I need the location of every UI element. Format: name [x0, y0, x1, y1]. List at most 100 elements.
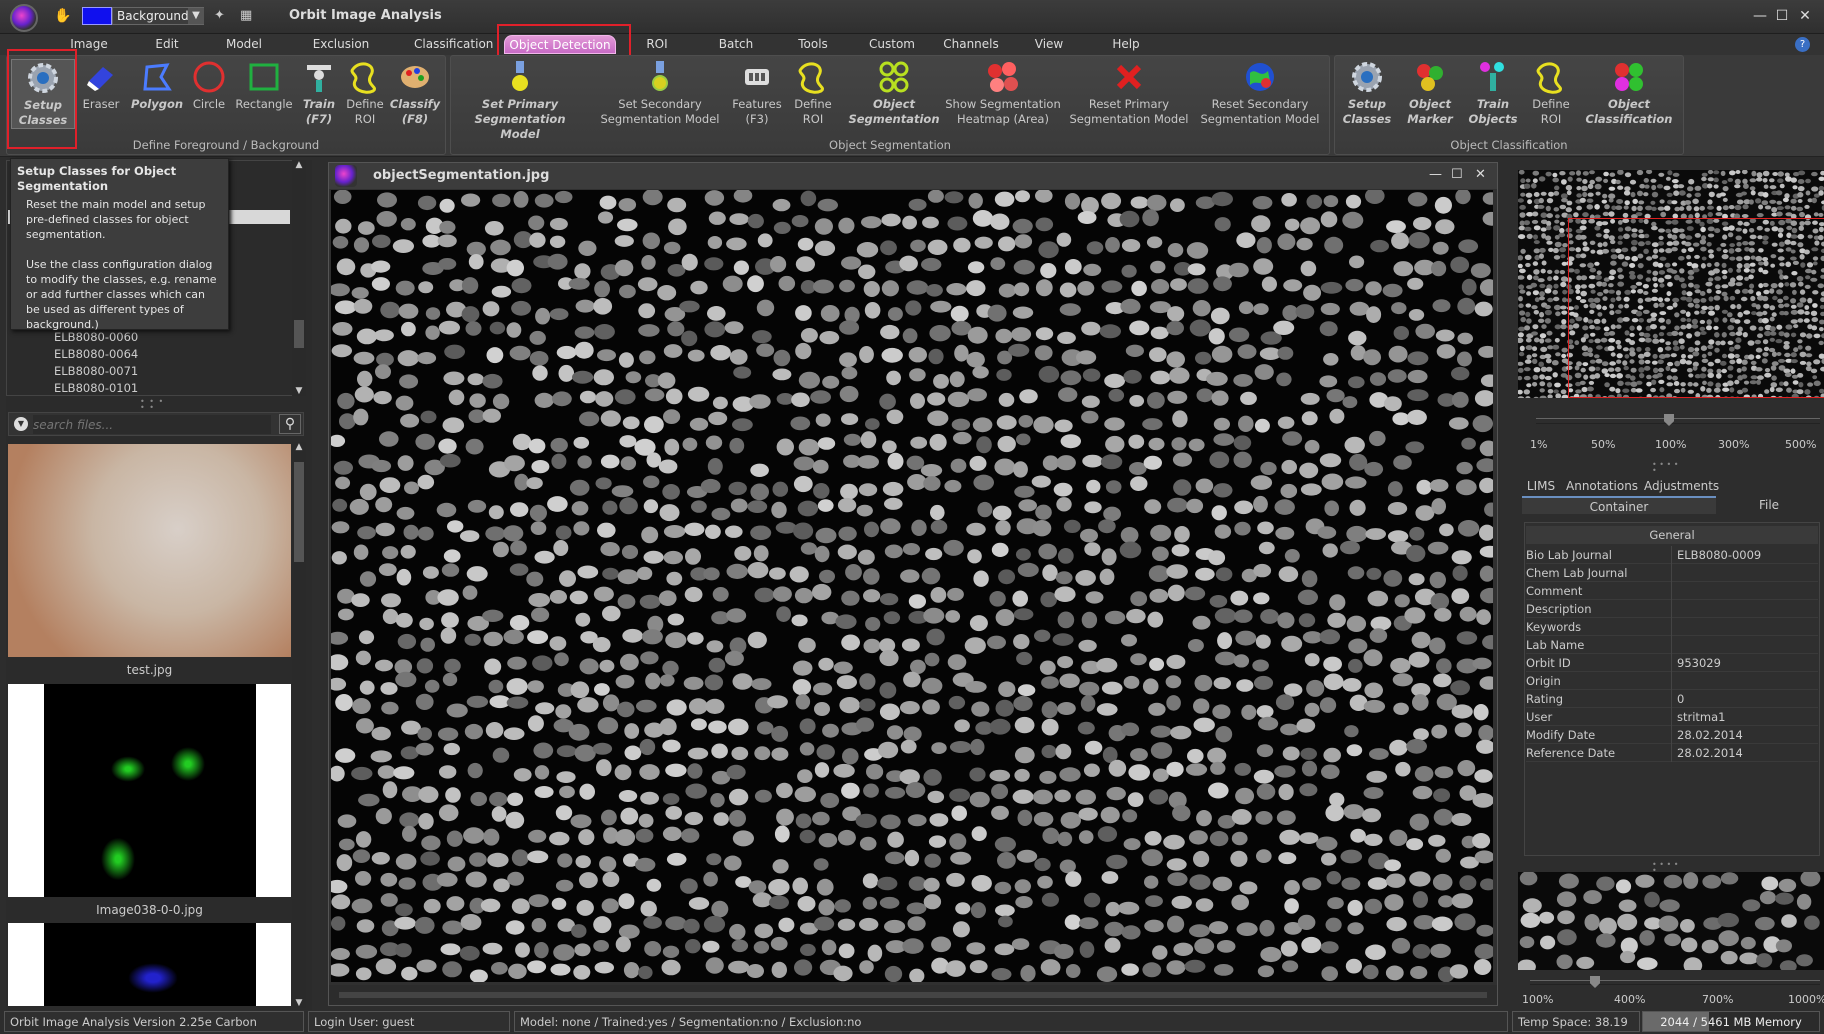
features-button[interactable]: Features (F3)	[729, 59, 785, 127]
splitter-grip[interactable]: • • • • •	[1652, 861, 1682, 875]
tab-adjustments[interactable]: Adjustments	[1644, 477, 1719, 495]
menu-channels[interactable]: Channels	[942, 34, 1000, 55]
property-row[interactable]: Reference Date 28.02.2014	[1526, 744, 1818, 762]
object-marker-button[interactable]: Object Marker	[1399, 59, 1461, 127]
menu-roi[interactable]: ROI	[644, 34, 670, 55]
thumbnail-scrollbar[interactable]: ▲ ▼	[292, 442, 306, 1008]
menu-exclusion-model[interactable]: Exclusion Model	[296, 34, 386, 72]
define-roi-3-button[interactable]: Define ROI	[1527, 59, 1575, 127]
thumbnail-image038[interactable]	[8, 684, 291, 897]
property-row[interactable]: Bio Lab Journal ELB8080-0009	[1526, 546, 1818, 564]
reset-secondary-model-button[interactable]: Reset Secondary Segmentation Model	[1197, 59, 1323, 127]
thumbnail-test[interactable]	[8, 444, 291, 657]
tab-annotations[interactable]: Annotations	[1566, 477, 1638, 495]
minimize-icon[interactable]: —	[1752, 8, 1768, 24]
property-value[interactable]	[1671, 672, 1818, 690]
rectangle-button[interactable]: Rectangle	[233, 59, 295, 112]
splitter-grip[interactable]: • • • • •	[140, 398, 170, 412]
polygon-button[interactable]: Polygon	[127, 59, 187, 112]
wand-icon[interactable]: ✦	[214, 8, 230, 24]
menu-model[interactable]: Model	[224, 34, 264, 55]
chevron-down-icon[interactable]: ▼	[188, 8, 204, 24]
chevron-down-circle-icon[interactable]: ▼	[14, 417, 28, 431]
eraser-button[interactable]: Eraser	[79, 59, 123, 112]
property-row[interactable]: Orbit ID 953029	[1526, 654, 1818, 672]
menu-classification[interactable]: Classification	[414, 34, 493, 55]
microscopy-image[interactable]	[331, 190, 1493, 982]
screenshot-icon[interactable]: ▦	[240, 8, 256, 24]
detail-zoom-thumb[interactable]	[1590, 976, 1600, 988]
property-row[interactable]: Origin	[1526, 672, 1818, 690]
search-input[interactable]	[33, 415, 271, 434]
menu-custom[interactable]: Custom	[868, 34, 916, 55]
menu-view[interactable]: View	[1033, 34, 1065, 55]
set-primary-model-button[interactable]: Set Primary Segmentation Model	[455, 59, 585, 142]
chevron-down-icon[interactable]: ▼	[292, 998, 306, 1008]
menu-edit[interactable]: Edit	[152, 34, 182, 55]
property-row[interactable]: Modify Date 28.02.2014	[1526, 726, 1818, 744]
define-roi-2-button[interactable]: Define ROI	[789, 59, 837, 127]
property-value[interactable]: 28.02.2014	[1671, 726, 1818, 744]
menu-batch[interactable]: Batch	[718, 34, 754, 55]
setup-classes-2-button[interactable]: Setup Classes	[1337, 59, 1397, 127]
maximize-icon[interactable]: ☐	[1774, 8, 1790, 24]
property-row[interactable]: Keywords	[1526, 618, 1818, 636]
tree-scrollbar[interactable]: ▲ ▼	[292, 160, 306, 396]
tree-item[interactable]: ELB8080-0071	[54, 363, 138, 380]
property-value[interactable]: 953029	[1671, 654, 1818, 672]
overview-viewport-rect[interactable]	[1568, 218, 1824, 398]
object-segmentation-button[interactable]: Object Segmentation	[839, 59, 949, 127]
chevron-up-icon[interactable]: ▲	[292, 442, 306, 452]
detail-zoom-slider[interactable]	[1530, 976, 1820, 988]
property-row[interactable]: Lab Name	[1526, 636, 1818, 654]
menu-tools[interactable]: Tools	[796, 34, 830, 55]
help-icon[interactable]: ?	[1795, 37, 1810, 52]
close-icon[interactable]: ✕	[1797, 8, 1813, 24]
splitter-grip[interactable]: • • • • •	[1652, 461, 1682, 475]
property-value[interactable]	[1671, 600, 1818, 618]
property-value[interactable]	[1671, 564, 1818, 582]
hand-tool-icon[interactable]: ✋	[54, 8, 71, 24]
train-button[interactable]: Train (F7)	[297, 59, 341, 127]
minimize-icon[interactable]: —	[1429, 167, 1442, 182]
app-logo-icon[interactable]	[10, 4, 38, 32]
viewer-hscrollbar[interactable]	[329, 985, 1497, 1005]
close-icon[interactable]: ✕	[1475, 167, 1486, 182]
train-objects-button[interactable]: Train Objects	[1463, 59, 1523, 127]
overview-zoom-thumb[interactable]	[1664, 414, 1674, 426]
tree-item[interactable]: ELB8080-0101	[54, 380, 138, 397]
property-row[interactable]: Rating 0	[1526, 690, 1818, 708]
menu-help[interactable]: Help	[1112, 34, 1140, 55]
tab-file[interactable]: File	[1716, 496, 1822, 514]
reset-primary-model-button[interactable]: Reset Primary Segmentation Model	[1065, 59, 1193, 127]
viewer-hscroll-thumb[interactable]	[339, 992, 1487, 998]
chevron-up-icon[interactable]: ▲	[292, 160, 306, 170]
show-heatmap-button[interactable]: Show Segmentation Heatmap (Area)	[941, 59, 1065, 127]
property-row[interactable]: Comment	[1526, 582, 1818, 600]
property-value[interactable]: 0	[1671, 690, 1818, 708]
property-value[interactable]: stritma1	[1671, 708, 1818, 726]
property-value[interactable]: 28.02.2014	[1671, 744, 1818, 762]
overview-image[interactable]	[1518, 170, 1824, 398]
classify-button[interactable]: Classify (F8)	[389, 59, 441, 127]
property-value[interactable]	[1671, 618, 1818, 636]
tree-item[interactable]: ELB8080-0064	[54, 346, 138, 363]
property-row[interactable]: User stritma1	[1526, 708, 1818, 726]
search-icon[interactable]: ⚲	[279, 414, 301, 434]
property-value[interactable]	[1671, 582, 1818, 600]
property-row[interactable]: Description	[1526, 600, 1818, 618]
thumbnail-third[interactable]	[8, 923, 291, 1006]
property-value[interactable]	[1671, 636, 1818, 654]
tree-scroll-thumb[interactable]	[294, 320, 304, 348]
define-roi-button[interactable]: Define ROI	[343, 59, 387, 127]
property-row[interactable]: Chem Lab Journal	[1526, 564, 1818, 582]
thumbnail-scroll-thumb[interactable]	[294, 462, 304, 562]
detail-image[interactable]	[1518, 872, 1824, 970]
maximize-icon[interactable]: ☐	[1451, 167, 1463, 182]
overview-zoom-slider[interactable]	[1536, 414, 1820, 426]
property-value[interactable]: ELB8080-0009	[1671, 546, 1818, 564]
tab-container[interactable]: Container	[1522, 496, 1716, 514]
chevron-down-icon[interactable]: ▼	[292, 386, 306, 396]
circle-button[interactable]: Circle	[187, 59, 231, 112]
object-classification-button[interactable]: Object Classification	[1575, 59, 1683, 127]
